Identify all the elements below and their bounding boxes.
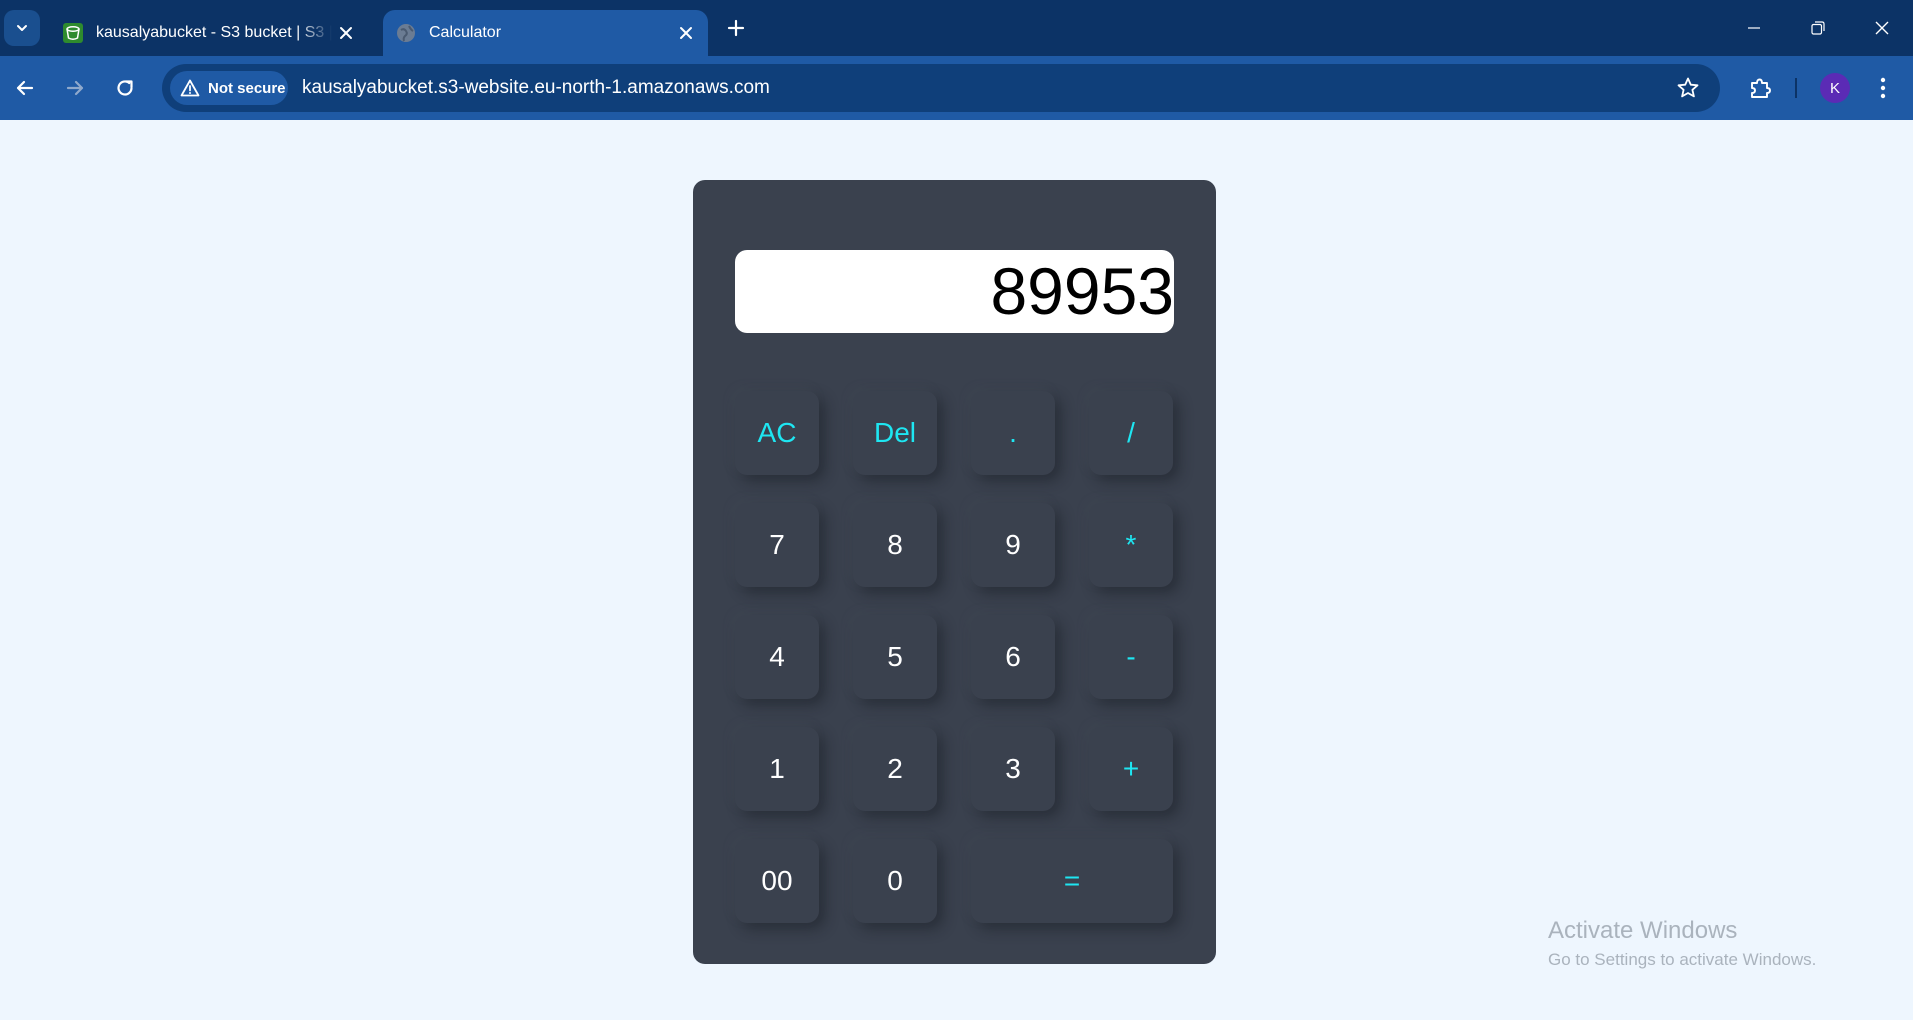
tab-calculator[interactable]: Calculator bbox=[383, 10, 708, 56]
key-equals[interactable]: = bbox=[971, 839, 1173, 923]
key-double-zero[interactable]: 00 bbox=[735, 839, 819, 923]
key-delete[interactable]: Del bbox=[853, 391, 937, 475]
address-bar[interactable]: Not secure kausalyabucket.s3-website.eu-… bbox=[162, 64, 1720, 112]
reload-button[interactable] bbox=[105, 68, 145, 108]
key-all-clear[interactable]: AC bbox=[735, 391, 819, 475]
arrow-left-icon bbox=[16, 80, 34, 96]
close-window-button[interactable] bbox=[1859, 8, 1905, 48]
warning-icon bbox=[180, 79, 200, 97]
key-5[interactable]: 5 bbox=[853, 615, 937, 699]
close-icon bbox=[680, 27, 692, 39]
browser-menu-button[interactable] bbox=[1867, 68, 1899, 108]
calculator: 89953 AC Del . / 7 8 9 * 4 5 6 - 1 2 3 +… bbox=[693, 180, 1216, 964]
restore-icon bbox=[1811, 21, 1825, 35]
key-3[interactable]: 3 bbox=[971, 727, 1055, 811]
plus-icon bbox=[727, 19, 745, 37]
key-subtract[interactable]: - bbox=[1089, 615, 1173, 699]
key-8[interactable]: 8 bbox=[853, 503, 937, 587]
tab-title: Calculator bbox=[429, 24, 502, 41]
forward-button[interactable] bbox=[55, 68, 95, 108]
arrow-right-icon bbox=[66, 80, 84, 96]
tab-strip: kausalyabucket - S3 bucket | S3 | e Calc… bbox=[0, 0, 1913, 56]
windows-activation-watermark: Activate Windows Go to Settings to activ… bbox=[1548, 916, 1816, 972]
key-2[interactable]: 2 bbox=[853, 727, 937, 811]
reload-icon bbox=[117, 80, 133, 96]
close-icon bbox=[340, 27, 352, 39]
key-add[interactable]: + bbox=[1089, 727, 1173, 811]
toolbar-divider bbox=[1795, 78, 1797, 98]
security-label: Not secure bbox=[208, 79, 286, 97]
tab-s3-bucket[interactable]: kausalyabucket - S3 bucket | S3 | e bbox=[50, 10, 368, 56]
url-text[interactable]: kausalyabucket.s3-website.eu-north-1.ama… bbox=[302, 77, 770, 99]
key-9[interactable]: 9 bbox=[971, 503, 1055, 587]
chevron-down-icon bbox=[17, 25, 27, 31]
key-multiply[interactable]: * bbox=[1089, 503, 1173, 587]
profile-avatar[interactable]: K bbox=[1820, 73, 1850, 103]
bookmark-button[interactable] bbox=[1674, 74, 1702, 102]
key-0[interactable]: 0 bbox=[853, 839, 937, 923]
extensions-button[interactable] bbox=[1740, 68, 1780, 108]
tab-close-button[interactable] bbox=[672, 19, 700, 47]
tab-title: kausalyabucket - S3 bucket | S3 | e bbox=[96, 24, 332, 41]
watermark-title: Activate Windows bbox=[1548, 917, 1738, 944]
star-icon bbox=[1677, 77, 1699, 98]
calculator-display: 89953 bbox=[735, 250, 1174, 333]
restore-button[interactable] bbox=[1795, 8, 1841, 48]
back-button[interactable] bbox=[5, 68, 45, 108]
key-4[interactable]: 4 bbox=[735, 615, 819, 699]
watermark-subtitle: Go to Settings to activate Windows. bbox=[1548, 950, 1817, 969]
security-indicator[interactable]: Not secure bbox=[170, 71, 288, 105]
tab-search-button[interactable] bbox=[4, 10, 40, 46]
key-decimal[interactable]: . bbox=[971, 391, 1055, 475]
close-icon bbox=[1875, 21, 1889, 35]
s3-bucket-icon bbox=[63, 23, 83, 43]
minimize-icon bbox=[1748, 27, 1760, 29]
new-tab-button[interactable] bbox=[720, 12, 752, 44]
key-divide[interactable]: / bbox=[1089, 391, 1173, 475]
tab-close-button[interactable] bbox=[332, 19, 360, 47]
minimize-button[interactable] bbox=[1731, 8, 1777, 48]
globe-icon bbox=[397, 24, 415, 42]
key-7[interactable]: 7 bbox=[735, 503, 819, 587]
more-vertical-icon bbox=[1880, 77, 1886, 99]
browser-toolbar: Not secure kausalyabucket.s3-website.eu-… bbox=[0, 56, 1913, 120]
puzzle-icon bbox=[1751, 78, 1771, 98]
key-6[interactable]: 6 bbox=[971, 615, 1055, 699]
key-1[interactable]: 1 bbox=[735, 727, 819, 811]
